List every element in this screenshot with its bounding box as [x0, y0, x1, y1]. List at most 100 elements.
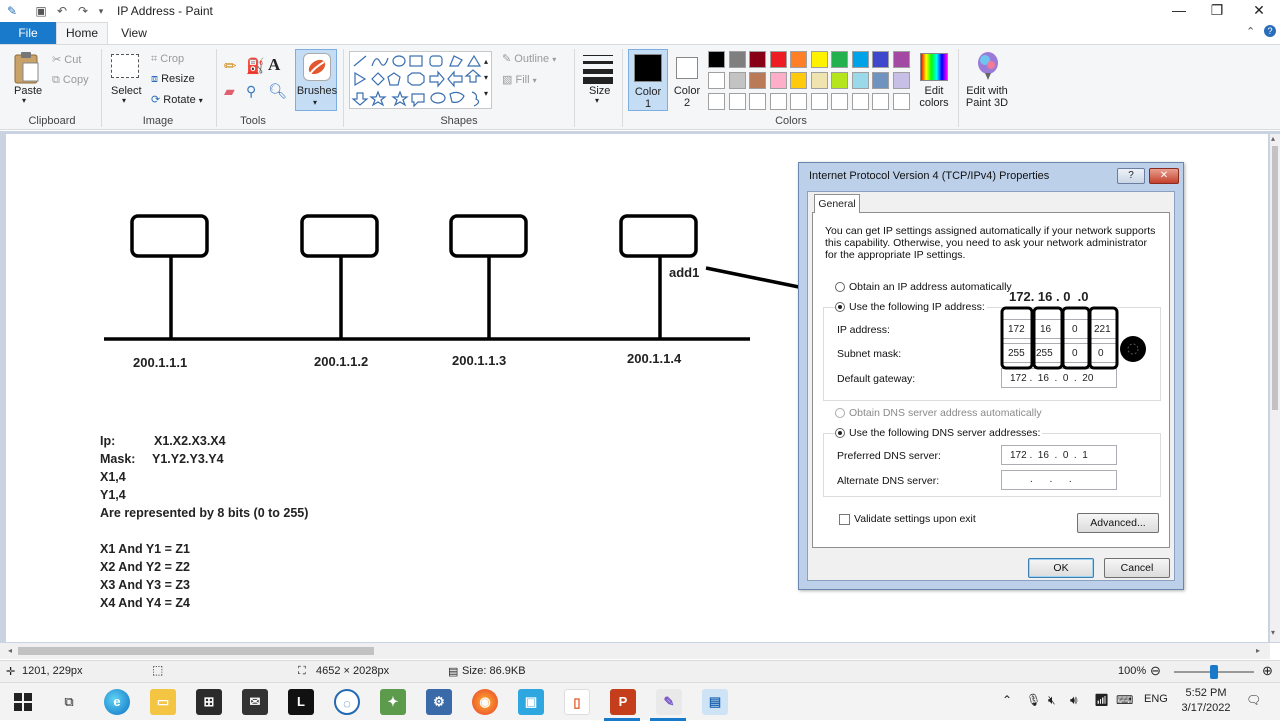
palette-swatch[interactable] [708, 51, 725, 68]
vertical-scroll-thumb[interactable] [1272, 146, 1278, 410]
color-palette[interactable] [708, 51, 914, 111]
brushes-button[interactable]: Brushes ▾ [295, 49, 337, 111]
palette-swatch[interactable] [790, 93, 807, 110]
text-tool-icon[interactable]: A [268, 55, 280, 75]
redo-icon[interactable]: ↷ [75, 3, 91, 19]
scroll-up-icon[interactable]: ▴ [1271, 134, 1275, 143]
scroll-right-icon[interactable]: ▸ [1256, 646, 1260, 655]
crop-button[interactable]: ⌗ Crop [151, 53, 184, 66]
powerpoint-icon[interactable]: P [610, 689, 636, 715]
palette-swatch[interactable] [872, 51, 889, 68]
size-dropdown-icon[interactable]: ▾ [595, 96, 599, 105]
firefox-icon[interactable]: ◉ [472, 689, 498, 715]
store-icon[interactable]: ⊞ [196, 689, 222, 715]
dialog-close-button[interactable]: ✕ [1149, 168, 1179, 184]
app-l-icon[interactable]: L [288, 689, 314, 715]
preferred-dns-field[interactable]: 172 . 16 . 0 . 1 [1001, 445, 1117, 465]
palette-swatch[interactable] [728, 72, 746, 89]
paste-dropdown-icon[interactable]: ▾ [22, 96, 26, 105]
eraser-icon[interactable]: ▰ [224, 83, 235, 100]
speaker-off-icon[interactable]: 🔇︎ [1048, 693, 1056, 708]
outline-button[interactable]: ✎ Outline ▾ [502, 52, 556, 65]
obtain-dns-radio[interactable]: Obtain DNS server address automatically [835, 407, 1042, 419]
select-button[interactable]: Select [111, 85, 142, 97]
select-dropdown-icon[interactable]: ▾ [122, 96, 126, 105]
palette-swatch[interactable] [769, 93, 787, 110]
copy-button[interactable]: ⧉ Copy [52, 74, 89, 87]
help-icon[interactable]: ? [1264, 25, 1276, 37]
palette-swatch[interactable] [831, 51, 848, 68]
size-icon[interactable] [583, 53, 613, 84]
size-button[interactable]: Size [589, 85, 610, 97]
network-app-icon[interactable]: ⚙ [426, 689, 452, 715]
use-dns-radio[interactable]: Use the following DNS server addresses: [835, 427, 1043, 439]
zoom-in-icon[interactable]: ⊕ [1262, 663, 1273, 679]
microphone-icon[interactable]: 🎙︎ [1026, 693, 1041, 707]
shapes-icons[interactable] [350, 52, 493, 110]
volume-icon[interactable]: 🔊︎ [1070, 693, 1078, 708]
paste-icon[interactable] [12, 51, 40, 85]
use-ip-radio[interactable]: Use the following IP address: [835, 301, 987, 313]
paint-taskbar-icon[interactable]: ✎ [656, 689, 682, 715]
app-window-icon[interactable]: ▤ [702, 689, 728, 715]
clock[interactable]: 5:52 PM 3/17/2022 [1178, 686, 1234, 716]
paste-button[interactable]: Paste [14, 85, 42, 97]
edge-icon[interactable]: e [104, 689, 130, 715]
advanced-button[interactable]: Advanced... [1077, 513, 1159, 533]
color1-button[interactable]: Color 1 [628, 49, 668, 111]
palette-swatch[interactable] [892, 93, 910, 110]
horizontal-scroll-thumb[interactable] [18, 647, 374, 655]
palette-swatch[interactable] [769, 51, 787, 68]
rotate-button[interactable]: ⟳ Rotate ▾ [151, 93, 203, 106]
palette-swatch[interactable] [851, 93, 869, 110]
shapes-scroll-down-icon[interactable]: ▾ [484, 73, 488, 82]
shapes-scroll-up-icon[interactable]: ▴ [484, 57, 488, 66]
language-indicator[interactable]: ENG [1144, 693, 1168, 705]
palette-swatch[interactable] [810, 93, 828, 110]
zoom-slider-thumb[interactable] [1210, 665, 1218, 679]
app-blue-icon[interactable]: ▣ [518, 689, 544, 715]
palette-swatch[interactable] [851, 72, 869, 89]
zoom-out-icon[interactable]: ⊖ [1150, 663, 1161, 679]
fill-button[interactable]: ▧ Fill ▾ [502, 73, 537, 86]
cut-button[interactable]: ✂ Cut [52, 53, 81, 66]
alternate-dns-field[interactable]: . . . [1001, 470, 1117, 490]
tab-general[interactable]: General [814, 194, 860, 213]
palette-swatch[interactable] [872, 72, 889, 89]
palette-swatch[interactable] [790, 51, 807, 68]
resize-button[interactable]: ⧈ Resize [151, 73, 195, 86]
palette-swatch[interactable] [831, 93, 848, 110]
start-icon[interactable] [14, 693, 32, 714]
tab-view[interactable]: View [108, 22, 160, 44]
obtain-ip-radio[interactable]: Obtain an IP address automatically [835, 281, 1012, 293]
palette-swatch[interactable] [749, 72, 766, 89]
dialog-help-button[interactable]: ? [1117, 168, 1145, 184]
app-tool-icon[interactable]: ✦ [380, 689, 406, 715]
scroll-left-icon[interactable]: ◂ [8, 646, 12, 655]
magnifier-icon[interactable]: 🔍︎ [268, 82, 287, 100]
fill-bucket-icon[interactable]: ⛽ [246, 57, 265, 75]
shapes-gallery[interactable] [349, 51, 492, 109]
task-view-icon[interactable]: ⧉ [56, 689, 82, 715]
palette-swatch[interactable] [769, 72, 787, 89]
palette-swatch[interactable] [728, 93, 746, 110]
keyboard-icon[interactable]: ⌨ [1116, 693, 1133, 707]
palette-swatch[interactable] [728, 51, 746, 68]
cancel-button[interactable]: Cancel [1104, 558, 1170, 578]
ok-button[interactable]: OK [1028, 558, 1094, 578]
maximize-button[interactable]: ❐ [1194, 0, 1240, 22]
palette-swatch[interactable] [810, 51, 828, 68]
palette-swatch[interactable] [831, 72, 848, 89]
palette-swatch[interactable] [708, 72, 725, 89]
select-icon[interactable] [111, 54, 139, 78]
close-button[interactable]: ✕ [1236, 0, 1280, 22]
undo-icon[interactable]: ↶ [54, 3, 70, 19]
tab-file[interactable]: File [0, 22, 56, 44]
palette-swatch[interactable] [790, 72, 807, 89]
palette-swatch[interactable] [749, 51, 766, 68]
palette-swatch[interactable] [851, 51, 869, 68]
collapse-ribbon-icon[interactable]: ⌃ [1246, 25, 1255, 38]
scroll-down-icon[interactable]: ▾ [1271, 628, 1275, 637]
palette-swatch[interactable] [892, 51, 910, 68]
mail-icon[interactable]: ✉ [242, 689, 268, 715]
